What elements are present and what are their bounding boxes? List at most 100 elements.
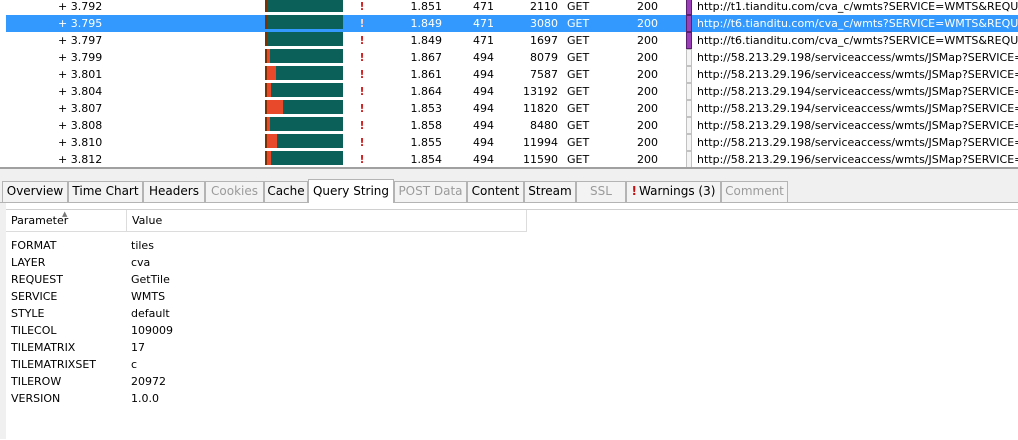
param-row[interactable]: SERVICE WMTS	[6, 288, 1018, 305]
waterfall-bar-start	[265, 0, 267, 12]
waterfall-bar-start	[265, 151, 267, 165]
request-start-time: + 3.792	[58, 0, 103, 13]
waterfall-bar	[265, 117, 343, 134]
response-time: 1.851	[410, 0, 443, 13]
header-size: 494	[473, 119, 494, 132]
request-url: http://58.213.29.196/serviceaccess/wmts/…	[697, 153, 1018, 166]
inspector-tab-bar: Overview Time Chart Headers Cookies Cache Que…	[0, 179, 1018, 203]
tab-label: SSL	[590, 184, 612, 198]
param-row[interactable]: STYLE default	[6, 305, 1018, 322]
tab-headers[interactable]: Headers	[143, 181, 205, 202]
tab-query-string[interactable]: Query String	[308, 179, 394, 203]
param-name: REQUEST	[11, 273, 63, 286]
tab-content[interactable]: Content	[467, 181, 524, 202]
request-row[interactable]: + 3.801! 1.861 494 7587 GET 200 http://58.213.…	[0, 66, 1018, 83]
param-name: LAYER	[11, 256, 46, 269]
waterfall-bar	[265, 151, 343, 168]
body-size: 8079	[530, 51, 558, 64]
tab-label: Content	[471, 184, 520, 198]
column-header-value[interactable]: Value	[127, 210, 527, 232]
param-row[interactable]: REQUEST GetTile	[6, 271, 1018, 288]
request-url: http://58.213.29.198/serviceaccess/wmts/…	[697, 119, 1018, 132]
http-method: GET	[567, 51, 590, 64]
waterfall-bar-total	[265, 32, 343, 46]
request-row[interactable]: + 3.804! 1.864 494 13192 GET 200 http://58.213…	[0, 83, 1018, 100]
tab-post-data[interactable]: POST Data	[394, 181, 467, 202]
waterfall-bar-total	[265, 66, 343, 80]
http-method: GET	[567, 34, 590, 47]
request-row[interactable]: + 3.808! 1.858 494 8480 GET 200 http://58.213.…	[0, 117, 1018, 134]
param-row[interactable]: VERSION 1.0.0	[6, 390, 1018, 407]
query-string-panel: ▲ Parameter Value FORMAT tiles LAYER cva REQ…	[0, 203, 1018, 440]
waterfall-bar	[265, 15, 343, 32]
request-url: http://58.213.29.196/serviceaccess/wmts/…	[697, 68, 1018, 81]
column-header-parameter[interactable]: ▲ Parameter	[6, 210, 127, 232]
waterfall-bar-start	[265, 32, 267, 46]
request-url: http://58.213.29.198/serviceaccess/wmts/…	[697, 136, 1018, 149]
warning-icon: !	[359, 153, 365, 166]
body-size: 2110	[530, 0, 558, 13]
waterfall-bar-total	[265, 117, 343, 131]
tab-ssl[interactable]: SSL	[576, 181, 626, 202]
tab-area-gap	[0, 169, 1018, 179]
response-time: 1.861	[410, 68, 443, 81]
warning-icon: !	[359, 68, 365, 81]
header-size: 494	[473, 153, 494, 166]
warning-icon: !	[631, 184, 638, 198]
request-start-time: + 3.797	[58, 34, 103, 47]
param-value: default	[131, 307, 170, 320]
body-size: 1697	[530, 34, 558, 47]
request-row[interactable]: + 3.812! 1.854 494 11590 GET 200 http://58.213…	[0, 151, 1018, 168]
warning-icon: !	[359, 0, 365, 13]
request-row[interactable]: + 3.810! 1.855 494 11994 GET 200 http://58.213…	[0, 134, 1018, 151]
request-row[interactable]: + 3.792! 1.851 471 2110 GET 200 http://t1.tian…	[0, 0, 1018, 15]
image-icon	[686, 32, 692, 49]
body-size: 11994	[523, 136, 558, 149]
tab-stream[interactable]: Stream	[524, 181, 576, 202]
param-row[interactable]: LAYER cva	[6, 254, 1018, 271]
header-size: 494	[473, 68, 494, 81]
status-code: 200	[637, 34, 658, 47]
request-row[interactable]: + 3.795! 1.849 471 3080 GET 200 http://t6.tian…	[0, 15, 1018, 32]
request-grid[interactable]: + 3.792! 1.851 471 2110 GET 200 http://t1.tian…	[0, 0, 1018, 168]
param-row[interactable]: TILEROW 20972	[6, 373, 1018, 390]
query-string-list[interactable]: ▲ Parameter Value FORMAT tiles LAYER cva REQ…	[6, 209, 1018, 440]
request-start-time: + 3.808	[58, 119, 103, 132]
waterfall-bar	[265, 66, 343, 83]
body-size: 11590	[523, 153, 558, 166]
param-row[interactable]: TILEMATRIXSET c	[6, 356, 1018, 373]
param-row[interactable]: FORMAT tiles	[6, 237, 1018, 254]
status-code: 200	[637, 102, 658, 115]
tab-label: POST Data	[398, 184, 463, 198]
param-row[interactable]: TILECOL 109009	[6, 322, 1018, 339]
tab-comment[interactable]: Comment	[721, 181, 788, 202]
http-method: GET	[567, 153, 590, 166]
request-start-time: + 3.810	[58, 136, 103, 149]
tab-cookies[interactable]: Cookies	[205, 181, 264, 202]
waterfall-bar-start	[265, 134, 267, 148]
warning-icon: !	[359, 17, 365, 30]
status-code: 200	[637, 136, 658, 149]
tab-warnings-3[interactable]: ! Warnings (3)	[626, 181, 721, 202]
param-row[interactable]: TILEMATRIX 17	[6, 339, 1018, 356]
tab-overview[interactable]: Overview	[2, 181, 68, 202]
tab-time-chart[interactable]: Time Chart	[68, 181, 143, 202]
request-row[interactable]: + 3.797! 1.849 471 1697 GET 200 http://t6.tian…	[0, 32, 1018, 49]
param-name: TILEMATRIXSET	[11, 358, 96, 371]
response-time: 1.853	[410, 102, 443, 115]
response-time: 1.849	[410, 17, 443, 30]
tab-label: Cookies	[211, 184, 258, 198]
warning-icon: !	[359, 102, 365, 115]
param-name: SERVICE	[11, 290, 58, 303]
request-row[interactable]: + 3.807! 1.853 494 11820 GET 200 http://58.213…	[0, 100, 1018, 117]
status-code: 200	[637, 119, 658, 132]
request-row[interactable]: + 3.799! 1.867 494 8079 GET 200 http://58.213.…	[0, 49, 1018, 66]
tab-cache[interactable]: Cache	[264, 181, 308, 202]
blank-icon	[686, 83, 692, 100]
image-icon	[686, 15, 692, 32]
waterfall-bar-start	[265, 100, 267, 114]
waterfall-bar-total	[265, 49, 343, 63]
request-url: http://t1.tianditu.com/cva_c/wmts?SERVIC…	[697, 0, 1018, 13]
waterfall-bar-wait	[265, 100, 283, 114]
blank-icon	[686, 117, 692, 134]
